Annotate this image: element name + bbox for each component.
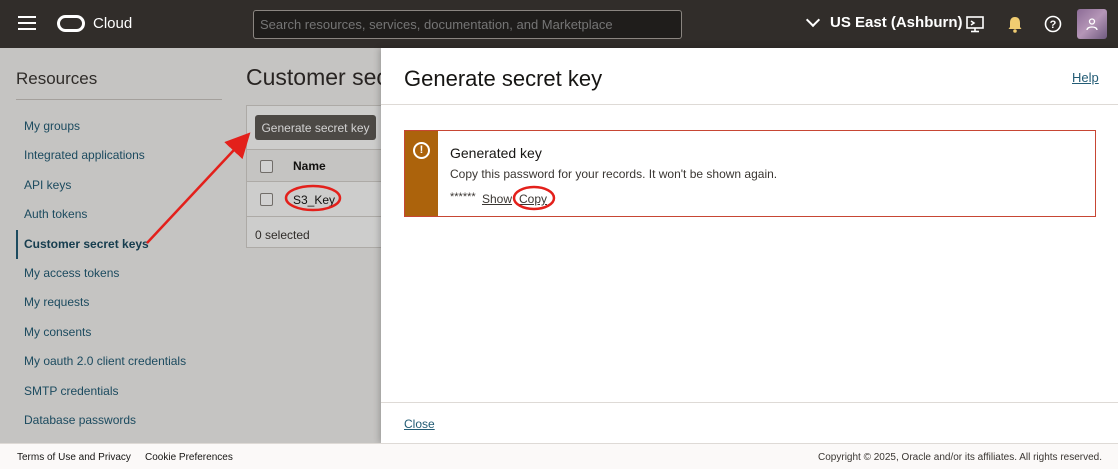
resources-heading: Resources [16,69,98,88]
drawer-title: Generate secret key [404,66,603,91]
select-all-checkbox[interactable] [260,160,273,173]
svg-text:?: ? [1050,19,1057,31]
show-key-link[interactable]: Show [482,192,512,206]
generated-key-alert: ! Generated key Copy this password for y… [404,130,1096,217]
cookie-preferences-link[interactable]: Cookie Preferences [145,452,233,463]
sidebar-item-auth-tokens[interactable]: Auth tokens [16,200,226,229]
masked-key-value: ****** [450,191,476,203]
sidebar-item-database-passwords[interactable]: Database passwords [16,406,226,435]
menu-icon[interactable] [18,16,36,30]
brand-label[interactable]: Cloud [93,15,132,32]
chevron-down-icon [805,12,821,28]
warning-icon: ! [413,142,430,159]
user-avatar[interactable] [1077,9,1107,39]
terms-link[interactable]: Terms of Use and Privacy [17,452,131,463]
page-footer: Terms of Use and Privacy Cookie Preferen… [0,443,1118,469]
close-link[interactable]: Close [404,417,435,431]
copy-key-link[interactable]: Copy [519,192,547,206]
cloud-shell-icon[interactable] [965,14,985,34]
divider [16,99,222,100]
top-bar: Cloud US East (Ashburn) ? [0,0,1118,48]
sidebar-item-api-keys[interactable]: API keys [16,171,226,200]
help-icon[interactable]: ? [1043,14,1063,34]
resources-nav: My groups Integrated applications API ke… [16,112,226,435]
column-header-name[interactable]: Name [293,159,326,173]
region-label: US East (Ashburn) [830,14,963,31]
alert-message: Copy this password for your records. It … [450,167,778,181]
generate-secret-key-drawer: Generate secret key Help ! Generated key… [381,48,1118,443]
help-link[interactable]: Help [1072,70,1099,85]
alert-title: Generated key [450,145,542,161]
sidebar-item-smtp-credentials[interactable]: SMTP credentials [16,377,226,406]
drawer-header: Generate secret key Help [381,48,1118,105]
oracle-logo[interactable] [57,15,85,32]
search-input[interactable] [253,10,682,39]
user-icon [1086,18,1098,31]
table-row: S3_Key [247,182,387,217]
sidebar-item-customer-secret-keys[interactable]: Customer secret keys [16,229,226,259]
region-selector[interactable]: US East (Ashburn) [805,12,963,31]
sidebar-item-my-consents[interactable]: My consents [16,318,226,347]
copyright-text: Copyright © 2025, Oracle and/or its affi… [818,452,1102,463]
drawer-footer: Close [381,402,1118,443]
sidebar-item-my-access-tokens[interactable]: My access tokens [16,259,226,288]
sidebar-item-my-groups[interactable]: My groups [16,112,226,141]
notification-bell-icon[interactable] [1005,14,1025,34]
sidebar-item-oauth-credentials[interactable]: My oauth 2.0 client credentials [16,347,226,376]
background-page: Resources My groups Integrated applicati… [0,48,468,443]
selected-count: 0 selected [255,228,310,242]
secret-keys-panel: Generate secret key Name S3_Key 0 select… [246,105,387,248]
row-checkbox[interactable] [260,193,273,206]
table-header: Name [247,149,387,182]
alert-bar: ! [405,131,438,216]
sidebar-item-my-requests[interactable]: My requests [16,288,226,317]
sidebar-item-integrated-applications[interactable]: Integrated applications [16,141,226,170]
row-name-cell[interactable]: S3_Key [293,193,335,207]
generate-secret-key-button[interactable]: Generate secret key [255,115,376,140]
